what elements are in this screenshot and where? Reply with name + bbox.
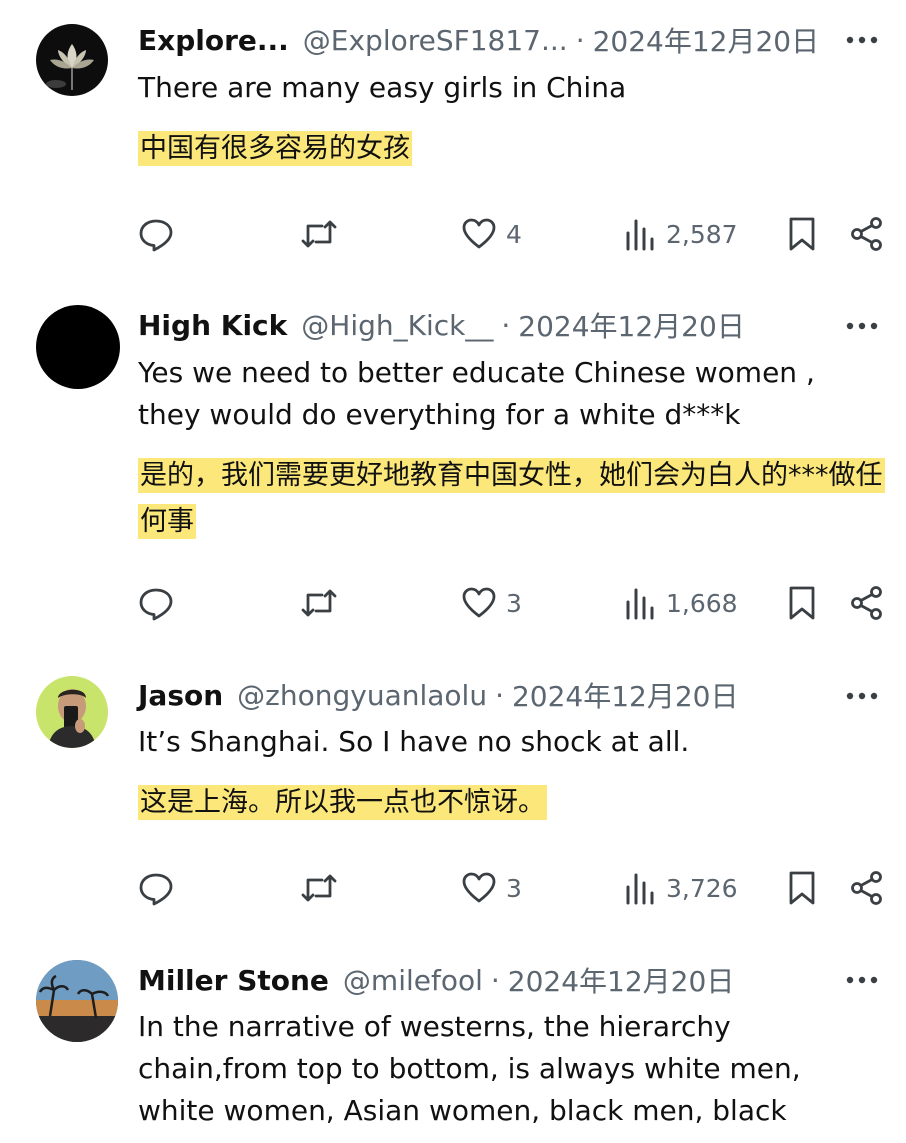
post-text-line: they would do everything for a white d**… <box>138 398 741 431</box>
more-dots-icon <box>846 322 878 330</box>
share-button[interactable] <box>850 212 884 256</box>
share-icon <box>851 217 882 251</box>
like-button[interactable]: 4 <box>462 212 522 256</box>
repost-button[interactable] <box>300 212 338 256</box>
post-text-line: Yes we need to better educate Chinese wo… <box>138 356 815 389</box>
heart-icon <box>462 587 496 618</box>
bookmark-icon <box>789 871 815 905</box>
analytics-bars-icon <box>626 873 654 905</box>
more-options-button[interactable] <box>842 960 882 1000</box>
more-dots-icon <box>846 976 878 984</box>
post-date[interactable]: 2024年12月20日 <box>508 960 735 1000</box>
analytics-bars-icon <box>626 588 654 620</box>
user-handle[interactable]: @milefool <box>343 964 483 997</box>
action-bar: 3 1,668 <box>0 581 906 625</box>
repost-icon <box>301 874 337 902</box>
share-icon <box>851 871 882 905</box>
action-bar: 3 3,726 <box>0 866 906 910</box>
sunset-palm-avatar-icon <box>36 960 118 1042</box>
user-handle[interactable]: @ExploreSF1817... <box>303 24 568 57</box>
black-circle-avatar-icon <box>36 305 120 389</box>
reply-button[interactable] <box>138 212 174 256</box>
like-button[interactable]: 3 <box>462 866 522 910</box>
post-text: There are many easy girls in China <box>138 67 866 109</box>
more-dots-icon <box>846 692 878 700</box>
post-text: Yes we need to better educate Chinese wo… <box>138 352 866 436</box>
more-options-button[interactable] <box>842 20 882 60</box>
separator-dot: · <box>501 308 511 342</box>
like-count: 3 <box>506 873 522 903</box>
translation-text: 这是上海。所以我一点也不惊讶。 <box>138 782 888 824</box>
avatar[interactable] <box>36 960 118 1042</box>
avatar[interactable] <box>36 305 120 389</box>
post-text: It’s Shanghai. So I have no shock at all… <box>138 721 866 763</box>
post-text-line: chain,from top to bottom, is always whit… <box>138 1052 801 1085</box>
display-name[interactable]: Explore... <box>138 24 289 57</box>
share-button[interactable] <box>850 581 884 625</box>
more-dots-icon <box>846 36 878 44</box>
heart-icon <box>462 872 496 903</box>
user-handle[interactable]: @zhongyuanlaolu <box>237 679 487 712</box>
views-button[interactable]: 1,668 <box>624 581 738 625</box>
repost-button[interactable] <box>300 866 338 910</box>
selfie-avatar-icon <box>36 676 108 748</box>
translation-highlight: 这是上海。所以我一点也不惊讶。 <box>138 785 547 820</box>
post-text-line: white women, Asian women, black men, bla… <box>138 1094 787 1127</box>
view-count: 1,668 <box>666 588 738 618</box>
views-button[interactable]: 3,726 <box>624 866 738 910</box>
translation-highlight: 中国有很多容易的女孩 <box>138 131 412 166</box>
avatar[interactable] <box>36 24 108 96</box>
bookmark-button[interactable] <box>788 866 816 910</box>
bookmark-icon <box>789 586 815 620</box>
views-button[interactable]: 2,587 <box>624 212 738 256</box>
view-count: 2,587 <box>666 219 738 249</box>
bookmark-icon <box>789 217 815 251</box>
like-count: 4 <box>506 219 522 249</box>
post-text-line: It’s Shanghai. So I have no shock at all… <box>138 725 690 758</box>
more-options-button[interactable] <box>842 306 882 346</box>
separator-dot: · <box>495 678 504 712</box>
share-icon <box>851 586 882 620</box>
lotus-avatar-icon <box>36 24 108 96</box>
post-date[interactable]: 2024年12月20日 <box>593 20 820 60</box>
display-name[interactable]: Jason <box>138 679 223 712</box>
post-date[interactable]: 2024年12月20日 <box>512 675 739 715</box>
heart-icon <box>462 218 496 249</box>
post-date[interactable]: 2024年12月20日 <box>518 305 745 345</box>
post-text-line: In the narrative of westerns, the hierar… <box>138 1010 731 1043</box>
repost-icon <box>301 220 337 248</box>
bookmark-button[interactable] <box>788 212 816 256</box>
avatar[interactable] <box>36 676 108 748</box>
translation-text: 是的，我们需要更好地教育中国女性，她们会为白人的***做任何事 <box>138 453 888 545</box>
reply-icon <box>139 588 173 621</box>
view-count: 3,726 <box>666 873 738 903</box>
post-text-line: There are many easy girls in China <box>138 71 627 104</box>
separator-dot: · <box>490 963 500 997</box>
reply-button[interactable] <box>138 866 174 910</box>
like-button[interactable]: 3 <box>462 581 522 625</box>
like-count: 3 <box>506 588 522 618</box>
reply-icon <box>139 873 173 906</box>
translation-text: 中国有很多容易的女孩 <box>138 128 888 170</box>
repost-icon <box>301 589 337 617</box>
separator-dot: · <box>575 23 585 57</box>
post-text: In the narrative of westerns, the hierar… <box>138 1006 866 1132</box>
display-name[interactable]: Miller Stone <box>138 964 329 997</box>
reply-button[interactable] <box>138 581 174 625</box>
action-bar: 4 2,587 <box>0 212 906 256</box>
share-button[interactable] <box>850 866 884 910</box>
analytics-bars-icon <box>626 219 654 251</box>
display-name[interactable]: High Kick <box>138 309 287 342</box>
repost-button[interactable] <box>300 581 338 625</box>
reply-icon <box>139 219 173 252</box>
translation-highlight: 是的，我们需要更好地教育中国女性，她们会为白人的***做任何事 <box>138 458 885 539</box>
bookmark-button[interactable] <box>788 581 816 625</box>
more-options-button[interactable] <box>842 676 882 716</box>
user-handle[interactable]: @High_Kick__ <box>301 309 493 342</box>
